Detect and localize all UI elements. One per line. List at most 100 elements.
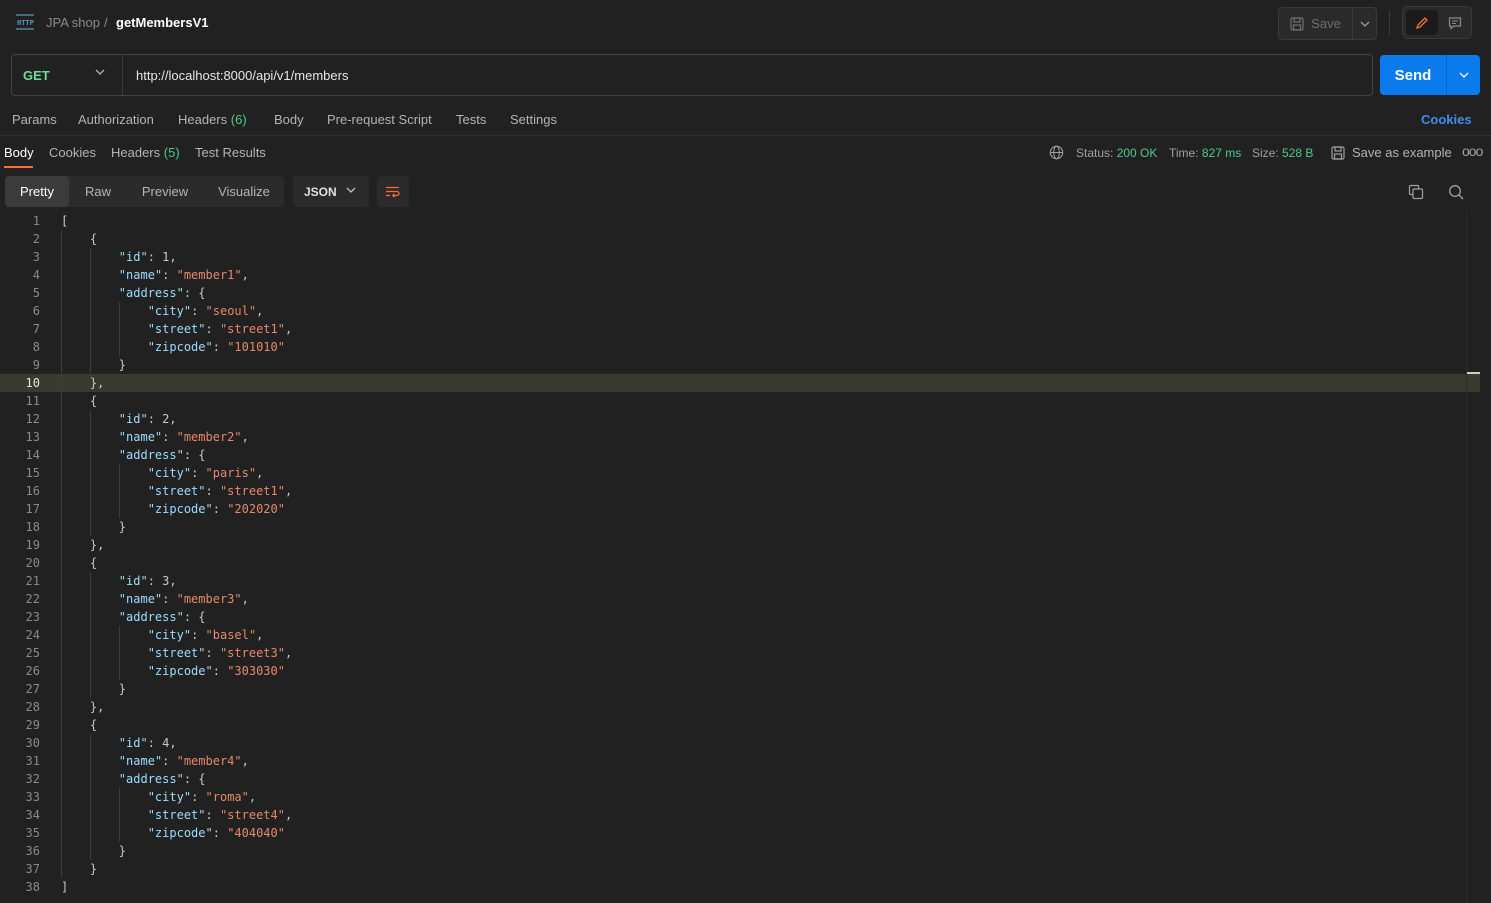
indent-guide [90, 410, 91, 536]
url-input[interactable] [136, 55, 1366, 95]
size-label: Size: [1252, 146, 1279, 160]
url-bar: GET [11, 54, 1373, 96]
code-text: } [61, 358, 127, 372]
copy-icon[interactable] [1408, 184, 1424, 200]
indent-guide [90, 248, 91, 374]
active-tab-indicator [4, 166, 33, 168]
code-line: 25 "street": "street3", [0, 644, 1480, 662]
response-size[interactable]: Size: 528 B [1252, 146, 1313, 160]
wrap-lines-button[interactable] [377, 176, 409, 207]
code-text: "zipcode": "404040" [147, 826, 285, 840]
line-number: 5 [32, 286, 40, 300]
code-text: "address": { [118, 772, 206, 786]
code-line: 9 } [0, 356, 1480, 374]
code-text: { [61, 394, 98, 408]
status-code[interactable]: Status: 200 OK [1076, 146, 1157, 160]
line-number: 13 [25, 430, 40, 444]
line-number: 32 [25, 772, 40, 786]
response-body-editor[interactable]: 1[2 {3 "id": 1, 4 "name": "member1", 5 "ad… [0, 212, 1480, 903]
tab-body[interactable]: Body [274, 112, 304, 127]
code-line: 6 "city": "seoul", [0, 302, 1480, 320]
code-line: 31 "name": "member4", [0, 752, 1480, 770]
cookies-link[interactable]: Cookies [1421, 112, 1472, 127]
code-text: ] [61, 880, 69, 894]
line-number: 2 [32, 232, 40, 246]
line-number: 15 [25, 466, 40, 480]
response-tab-headers[interactable]: Headers (5) [111, 145, 180, 160]
view-visualize[interactable]: Visualize [205, 176, 283, 207]
line-number: 22 [25, 592, 40, 606]
code-line: 3 "id": 1, [0, 248, 1480, 266]
scrollbar-cursor-marker [1467, 372, 1480, 374]
save-dropdown-button[interactable] [1353, 8, 1377, 39]
method-select[interactable]: GET [12, 55, 123, 95]
tab-headers[interactable]: Headers (6) [178, 112, 247, 127]
view-raw[interactable]: Raw [71, 176, 125, 207]
line-number: 16 [25, 484, 40, 498]
save-icon [1331, 145, 1345, 160]
code-line: 28 }, [0, 698, 1480, 716]
code-text: [ [61, 214, 69, 228]
comment-mode-button[interactable] [1439, 10, 1471, 35]
code-text: }, [61, 700, 105, 714]
code-text: "id": 2, [118, 412, 177, 426]
line-number: 26 [25, 664, 40, 678]
response-tab-test-results[interactable]: Test Results [195, 145, 266, 160]
code-line: 32 "address": { [0, 770, 1480, 788]
send-button[interactable]: Send [1380, 55, 1447, 95]
line-number: 6 [32, 304, 40, 318]
code-text: } [61, 862, 98, 876]
send-dropdown-button[interactable] [1447, 55, 1480, 95]
line-number: 27 [25, 682, 40, 696]
code-text: "zipcode": "202020" [147, 502, 285, 516]
code-line: 33 "city": "roma", [0, 788, 1480, 806]
breadcrumb-separator: / [104, 15, 108, 30]
save-as-example-button[interactable]: Save as example [1331, 145, 1452, 160]
time-label: Time: [1169, 146, 1199, 160]
breadcrumb-collection[interactable]: JPA shop [46, 15, 100, 30]
code-line: 24 "city": "basel", [0, 626, 1480, 644]
save-button-group: Save [1278, 7, 1377, 40]
format-select[interactable]: JSON [293, 176, 369, 207]
response-tab-body[interactable]: Body [4, 145, 34, 160]
view-pretty[interactable]: Pretty [5, 176, 69, 207]
more-options-button[interactable]: ooo [1462, 143, 1483, 159]
response-tab-cookies[interactable]: Cookies [49, 145, 96, 160]
search-icon[interactable] [1448, 184, 1464, 200]
edit-mode-button[interactable] [1406, 10, 1438, 35]
tab-params[interactable]: Params [12, 112, 57, 127]
code-line: 23 "address": { [0, 608, 1480, 626]
code-line: 21 "id": 3, [0, 572, 1480, 590]
scrollbar[interactable] [1466, 212, 1467, 903]
code-text: "street": "street4", [147, 808, 293, 822]
code-line: 4 "name": "member1", [0, 266, 1480, 284]
tab-tests[interactable]: Tests [456, 112, 486, 127]
code-text: "address": { [118, 448, 206, 462]
time-value: 827 ms [1201, 146, 1242, 160]
code-text: { [61, 556, 98, 570]
code-line: 14 "address": { [0, 446, 1480, 464]
code-text: } [61, 520, 127, 534]
tab-prerequest-script[interactable]: Pre-request Script [327, 112, 432, 127]
header-divider [1389, 10, 1390, 36]
response-time[interactable]: Time: 827 ms [1169, 146, 1241, 160]
response-tab-headers-count: (5) [163, 145, 180, 160]
code-line: 36 } [0, 842, 1480, 860]
save-button[interactable]: Save [1279, 8, 1353, 39]
indent-guide [119, 626, 120, 680]
line-number: 11 [25, 394, 40, 408]
view-preview[interactable]: Preview [127, 176, 203, 207]
code-line: 29 { [0, 716, 1480, 734]
code-line: 12 "id": 2, [0, 410, 1480, 428]
code-line: 37 } [0, 860, 1480, 878]
code-line: 38] [0, 878, 1480, 896]
indent-guide [119, 464, 120, 518]
code-text: "street": "street1", [147, 322, 293, 336]
tab-headers-label: Headers [178, 112, 228, 127]
code-text: "address": { [118, 286, 206, 300]
tab-settings[interactable]: Settings [510, 112, 557, 127]
globe-icon[interactable] [1049, 145, 1064, 160]
request-title[interactable]: getMembersV1 [116, 15, 208, 30]
tab-authorization[interactable]: Authorization [78, 112, 154, 127]
method-label: GET [23, 67, 50, 83]
